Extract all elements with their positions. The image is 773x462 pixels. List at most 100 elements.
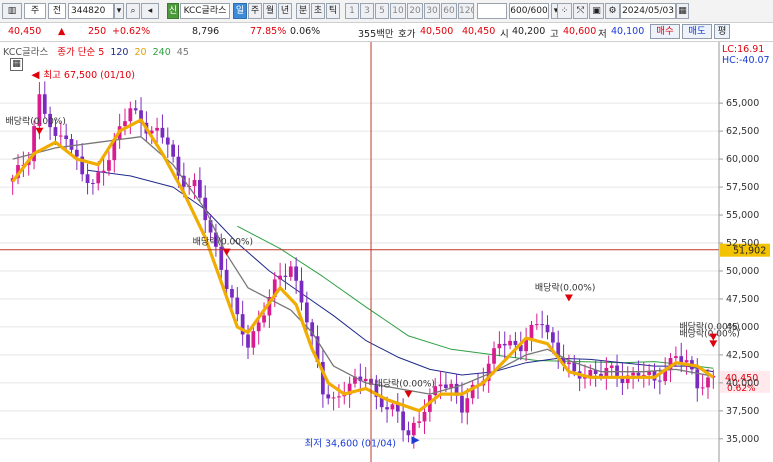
market-select[interactable]: 전 [48, 3, 66, 19]
period-tick-tab[interactable]: 틱 [326, 3, 340, 19]
period-year-tab[interactable]: 년 [278, 3, 292, 19]
layout-icon[interactable]: ▥ [2, 3, 22, 19]
candle-body [91, 183, 95, 185]
y-tick-label: 47,500 [726, 294, 759, 305]
candle-body [96, 172, 101, 184]
interval-3[interactable]: 3 [360, 3, 374, 19]
interval-60[interactable]: 60 [441, 3, 457, 19]
candle-body [679, 356, 684, 363]
speaker-icon[interactable]: ◂ [141, 3, 159, 19]
open-price: 40,200 [512, 26, 546, 37]
candle-body [534, 324, 539, 326]
candle-body [706, 377, 710, 388]
code-dropdown-icon[interactable]: ▾ [114, 3, 124, 19]
candle-body [64, 135, 69, 140]
candle-body [288, 266, 293, 277]
period-day-tab[interactable]: 일 [233, 3, 247, 19]
separator [161, 3, 165, 19]
calendar-icon[interactable]: ▦ [676, 3, 689, 19]
period-minute-tab[interactable]: 분 [296, 3, 310, 19]
date-input[interactable]: 2024/05/03 [620, 3, 676, 19]
candle-body [545, 324, 550, 333]
candle-body [165, 137, 170, 145]
candle-body [235, 297, 240, 315]
hc-value: HC:-40.07 [722, 55, 770, 66]
buy-button[interactable]: 매수 [650, 24, 680, 39]
interval-30[interactable]: 30 [424, 3, 440, 19]
volume-ratio: 77.85% [250, 26, 287, 37]
legend-ma5: 5 [98, 47, 105, 58]
price-chart[interactable]: 51,90240,4500.62% 최고 67,500 (01/10)최저 34… [0, 42, 773, 462]
candle-body [337, 396, 341, 398]
y-tick-label: 42,500 [726, 350, 759, 361]
sell-button[interactable]: 매도 [682, 24, 712, 39]
interval-20[interactable]: 20 [407, 3, 423, 19]
candle-body [550, 332, 555, 343]
candle-body [700, 387, 705, 389]
chart-legend: KCC글라스 종가 단순 5 120 20 240 45 [3, 44, 189, 58]
dividend-annotation: 배당락(0.00%) [5, 115, 65, 127]
candle-body [401, 411, 405, 431]
candle-body [230, 288, 234, 298]
y-tick-label: 40,000 [726, 378, 759, 389]
new-listing-badge: 신 [167, 3, 179, 19]
eval-button[interactable]: 평 [714, 24, 730, 39]
candle-body [304, 302, 309, 323]
high-annotation: 최고 67,500 (01/10) [43, 70, 135, 81]
candle-body [502, 343, 507, 346]
candle-body [294, 266, 299, 281]
candle-body [74, 149, 79, 157]
candle-body [390, 404, 395, 410]
y-tick-label: 55,000 [726, 210, 759, 221]
candle-body [69, 139, 74, 150]
chart-type-select[interactable]: 주 [24, 3, 46, 19]
stock-code-input[interactable]: 344820 [68, 3, 114, 19]
change-percent: +0.62% [112, 26, 151, 37]
candle-body [262, 315, 266, 323]
candle-body [508, 340, 512, 346]
period-month-tab[interactable]: 월 [263, 3, 277, 19]
candle-count-input[interactable]: 600/600 [509, 3, 549, 19]
high-label: 고 [550, 29, 559, 40]
save-icon[interactable]: ▣ [589, 3, 604, 19]
low-price: 40,100 [611, 26, 645, 37]
interval-5[interactable]: 5 [375, 3, 389, 19]
legend-stock-name: KCC글라스 [3, 47, 49, 58]
interval-custom-input[interactable] [477, 3, 507, 19]
period-week-tab[interactable]: 주 [248, 3, 262, 19]
candle-body [101, 170, 106, 173]
candle-body [246, 334, 250, 348]
candle-body [422, 411, 427, 422]
interval-120[interactable]: 120 [458, 3, 474, 19]
high-price: 40,600 [563, 26, 597, 37]
candle-body [107, 160, 111, 171]
y-tick-label: 60,000 [726, 154, 759, 165]
period-second-tab[interactable]: 초 [311, 3, 325, 19]
candle-body [128, 108, 133, 122]
chart-settings-icon[interactable]: ▦ [10, 58, 23, 71]
candle-body [278, 275, 282, 280]
candle-body [331, 397, 336, 399]
candle-body [197, 179, 202, 198]
candle-body [684, 360, 689, 363]
candle-body [695, 369, 700, 389]
candle-body [160, 127, 165, 138]
candle-body [438, 384, 443, 387]
grid-settings-icon[interactable]: ⁘ [557, 3, 572, 19]
interval-1[interactable]: 1 [345, 3, 359, 19]
y-tick-label: 37,500 [726, 406, 759, 417]
line-tool-icon[interactable]: ⤲ [573, 3, 588, 19]
candle-body [572, 362, 577, 372]
candle-body [417, 421, 422, 423]
candle-body [224, 269, 229, 289]
interval-10[interactable]: 10 [390, 3, 406, 19]
candle-body [326, 394, 331, 399]
quote-bar: 40,450 ▲ 250 +0.62% 8,796 77.85% 0.06% 3… [0, 23, 773, 42]
candle-body [540, 324, 545, 326]
gear-icon[interactable]: ⚙ [605, 3, 620, 19]
candle-body [465, 398, 470, 413]
stock-name-label[interactable]: KCC글라스 [180, 3, 230, 19]
candle-body [406, 430, 411, 436]
candle-body [58, 135, 63, 137]
search-icon[interactable]: ⌕ [126, 3, 140, 19]
